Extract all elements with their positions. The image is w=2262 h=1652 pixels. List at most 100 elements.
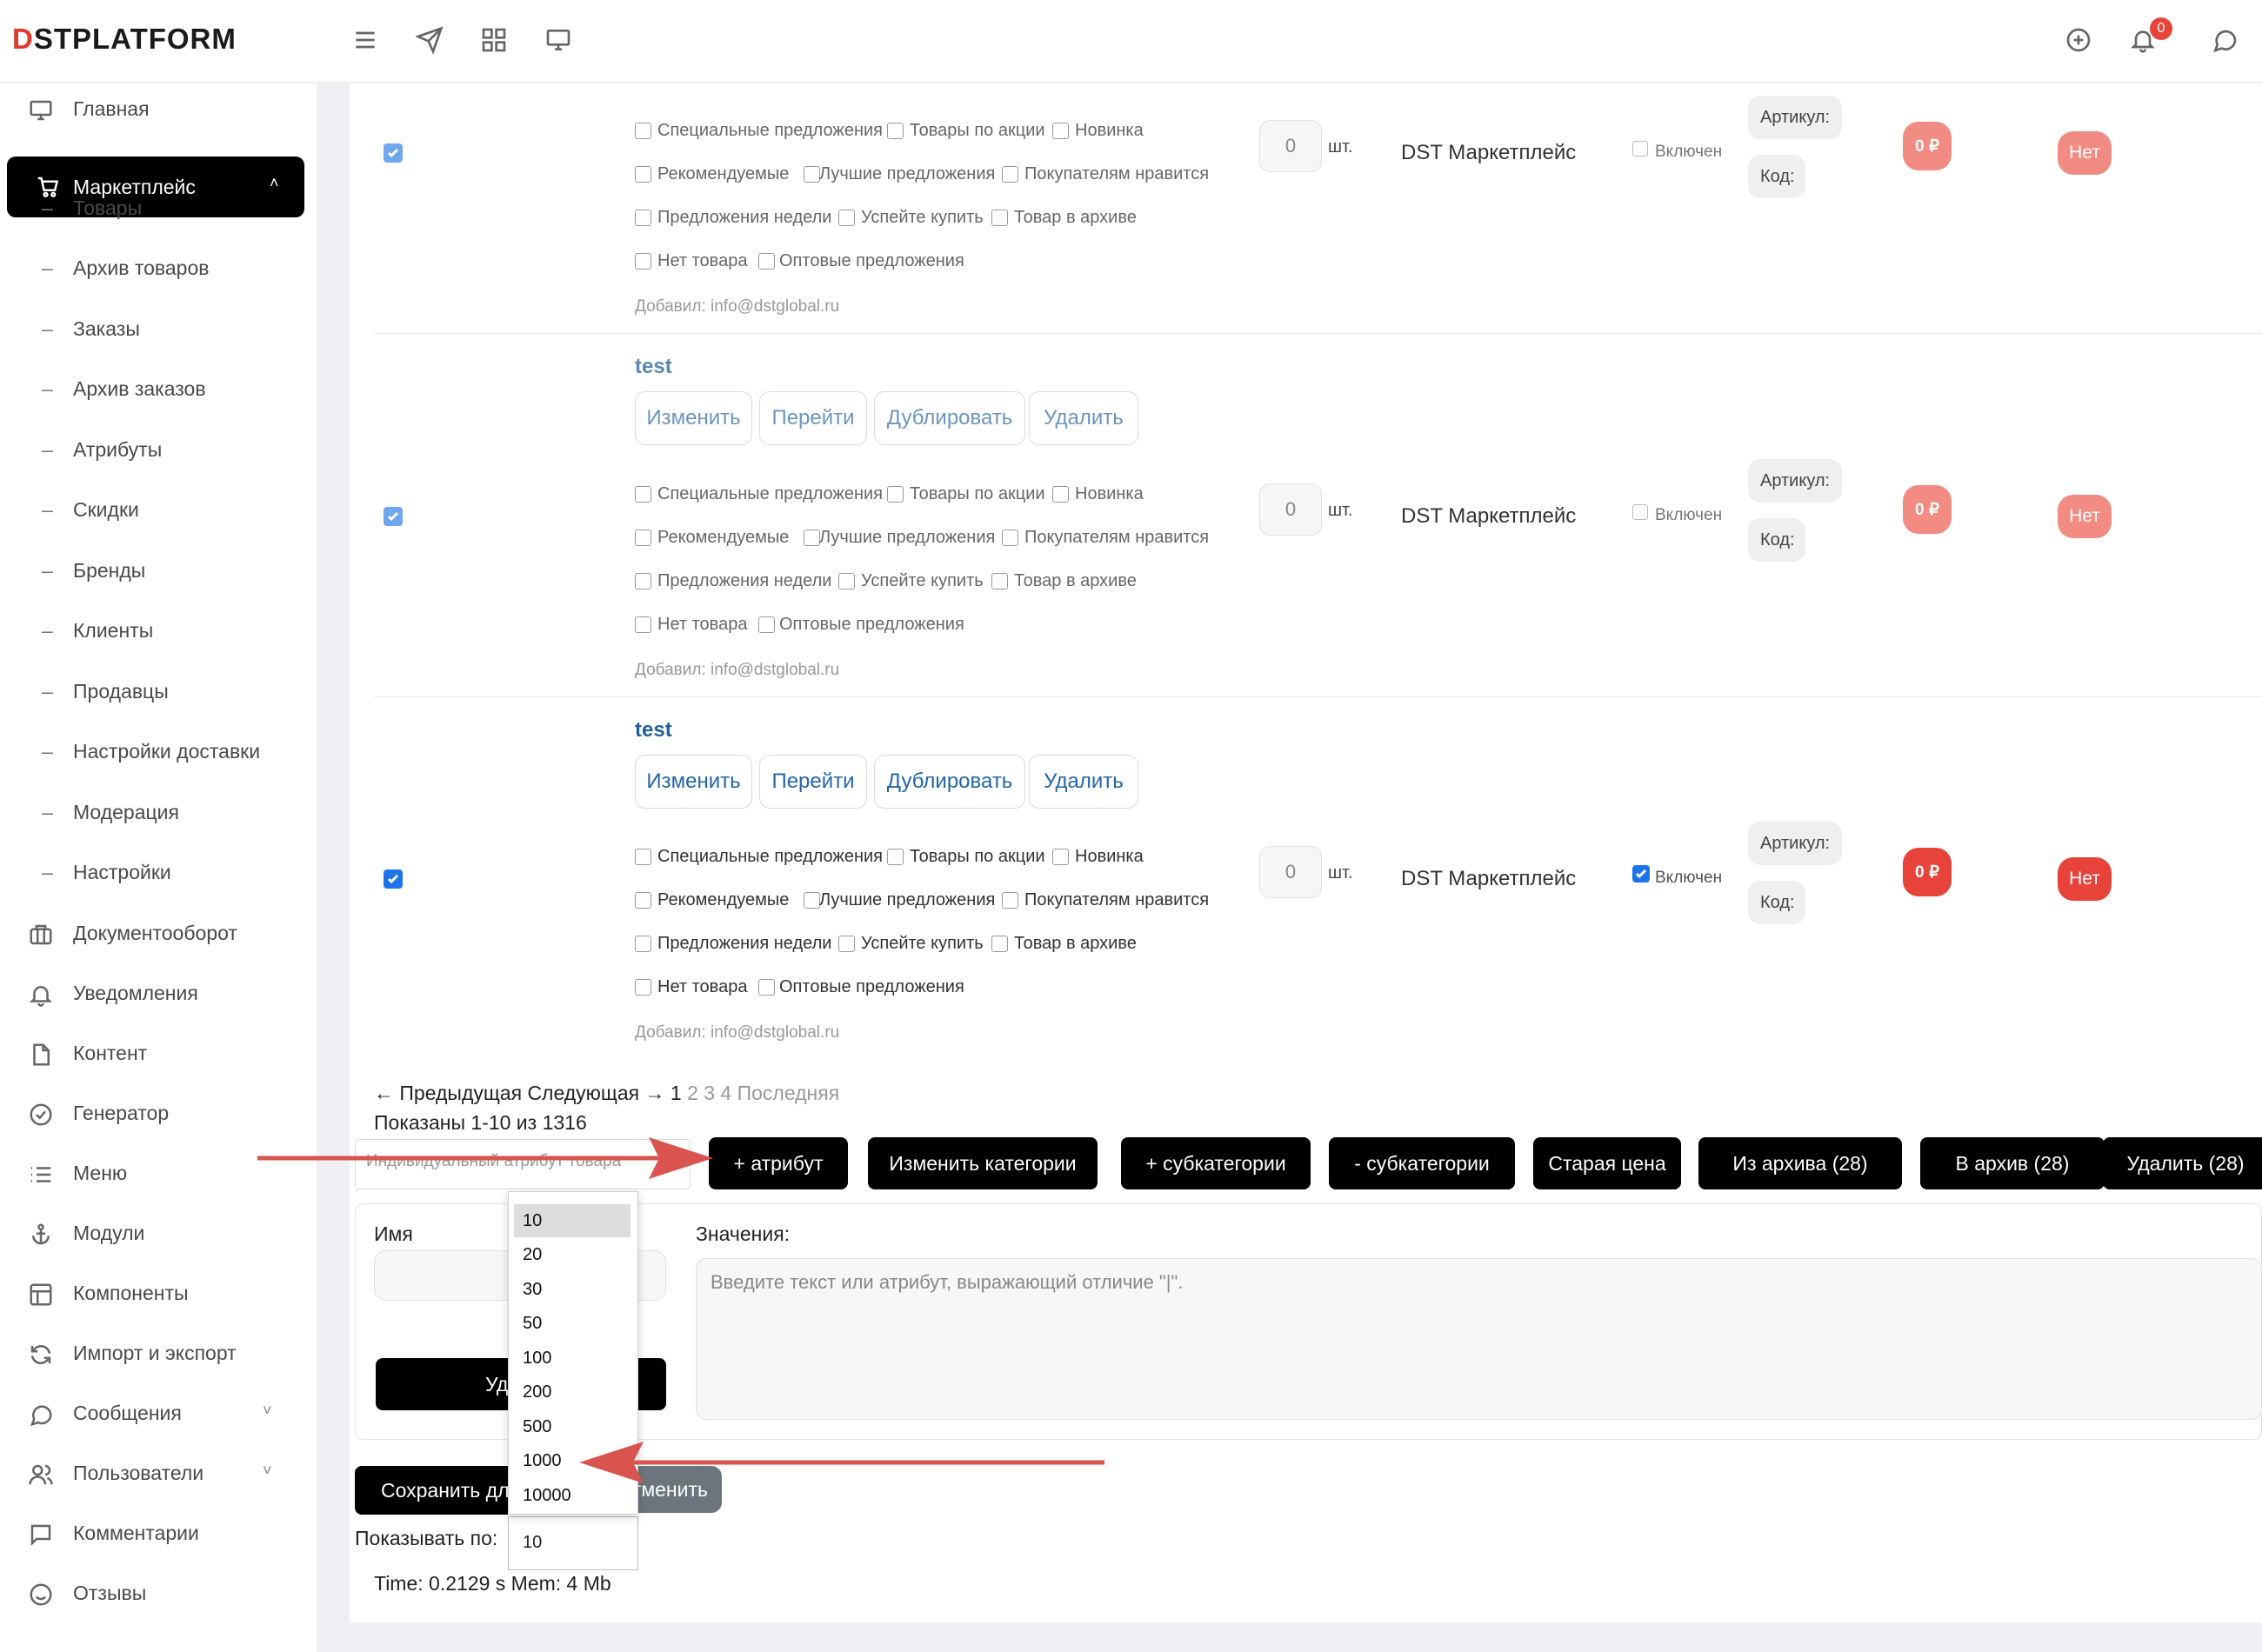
flag-checkbox[interactable] [635,123,651,139]
flag-checkbox[interactable] [758,253,775,270]
sidebar-item-23[interactable]: Пользователи ˅ [0,1448,317,1500]
sidebar-item-25[interactable]: Отзывы [0,1568,317,1620]
sidebar-item-0[interactable]: Главная [0,83,317,136]
sidebar-item-21[interactable]: Импорт и экспорт [0,1328,317,1380]
enabled-checkbox[interactable] [1632,504,1648,520]
per-page-option[interactable]: 100 [514,1342,631,1375]
sidebar-item-13[interactable]: – Настройки [0,847,317,899]
sidebar-item-19[interactable]: Модули [0,1208,317,1260]
per-page-option[interactable]: 10 [514,1204,631,1237]
flag-checkbox[interactable] [887,123,904,139]
sidebar-item-6[interactable]: – Атрибуты [0,424,317,476]
flag-checkbox[interactable] [1002,892,1018,909]
flag-checkbox[interactable] [758,979,775,996]
flag-checkbox[interactable] [1002,166,1018,183]
quantity-input[interactable]: 0 [1259,483,1322,536]
bulk-button-6[interactable]: В архив (28) [1920,1137,2105,1189]
quantity-input[interactable]: 0 [1259,846,1322,898]
flag-checkbox[interactable] [838,210,855,226]
product-title[interactable]: test [635,718,672,743]
enabled-checkbox[interactable] [1632,865,1650,883]
product-action-duplicate-button[interactable]: Дублировать [874,391,1025,445]
flag-checkbox[interactable] [635,979,651,996]
flag-checkbox[interactable] [635,573,651,590]
flag-checkbox[interactable] [991,936,1008,952]
hamburger-menu-icon[interactable] [348,23,383,57]
sidebar-item-7[interactable]: – Скидки [0,484,317,536]
sidebar-item-3[interactable]: – Архив товаров [0,243,317,295]
sidebar-item-15[interactable]: Уведомления [0,968,317,1020]
per-page-option[interactable]: 200 [514,1376,631,1409]
product-select-checkbox[interactable] [384,507,403,526]
per-page-select[interactable]: 10 [508,1516,638,1570]
flag-checkbox[interactable] [991,573,1008,590]
plus-circle-icon[interactable] [2061,23,2096,57]
monitor-icon[interactable] [541,23,576,57]
sidebar-item-22[interactable]: Сообщения ˅ [0,1388,317,1440]
product-select-checkbox[interactable] [384,143,403,163]
enabled-checkbox[interactable] [1632,141,1648,157]
sidebar-item-12[interactable]: – Модерация [0,787,317,839]
per-page-option[interactable]: 20 [514,1239,631,1272]
flag-checkbox[interactable] [1052,486,1069,503]
grid-icon[interactable] [477,23,511,57]
quantity-input[interactable]: 0 [1259,120,1322,172]
product-action-duplicate-button[interactable]: Дублировать [874,755,1025,809]
price-badge[interactable]: 0 ₽ [1903,485,1952,534]
sidebar-item-8[interactable]: – Бренды [0,545,317,597]
price-badge[interactable]: 0 ₽ [1903,122,1952,170]
flag-checkbox[interactable] [635,936,651,952]
sidebar-item-16[interactable]: Контент [0,1028,317,1080]
pagination-next[interactable]: Следующая → [527,1082,664,1104]
product-action-goto-button[interactable]: Перейти [759,391,867,445]
product-select-checkbox[interactable] [384,869,403,889]
pagination-last[interactable]: Последняя [737,1082,840,1104]
product-action-delete-button[interactable]: Удалить [1029,391,1138,445]
stock-status-button[interactable]: Нет [2058,131,2112,175]
flag-checkbox[interactable] [635,166,651,183]
bulk-button-4[interactable]: Старая цена [1533,1137,1681,1189]
flag-checkbox[interactable] [887,486,904,503]
sidebar-item-20[interactable]: Компоненты [0,1268,317,1320]
flag-checkbox[interactable] [635,253,651,270]
chat-icon[interactable] [2207,23,2242,57]
flag-checkbox[interactable] [635,210,651,226]
sidebar-item-11[interactable]: – Настройки доставки [0,726,317,778]
pagination-prev[interactable]: ← Предыдущая [374,1082,522,1104]
flag-checkbox[interactable] [838,573,855,590]
values-textarea[interactable]: Введите текст или атрибут, выражающий от… [696,1258,2262,1420]
send-icon[interactable] [412,23,447,57]
flag-checkbox[interactable] [635,849,651,865]
flag-checkbox[interactable] [887,849,904,865]
per-page-option[interactable]: 30 [514,1273,631,1306]
price-badge[interactable]: 0 ₽ [1903,848,1952,896]
product-title[interactable]: test [635,355,672,379]
flag-checkbox[interactable] [635,486,651,503]
sidebar-item-10[interactable]: – Продавцы [0,666,317,718]
sidebar-item-24[interactable]: Комментарии [0,1508,317,1560]
flag-checkbox[interactable] [1002,530,1018,546]
product-action-edit-button[interactable]: Изменить [635,755,752,809]
sidebar-item-9[interactable]: – Клиенты [0,605,317,657]
flag-checkbox[interactable] [758,616,775,633]
flag-checkbox[interactable] [838,936,855,952]
flag-checkbox[interactable] [804,166,820,183]
product-action-delete-button[interactable]: Удалить [1029,755,1138,809]
bulk-button-7[interactable]: Удалить (28) [2103,1137,2262,1189]
stock-status-button[interactable]: Нет [2058,495,2112,538]
sidebar-item-2[interactable]: – Товары [0,183,317,235]
flag-checkbox[interactable] [991,210,1008,226]
product-action-edit-button[interactable]: Изменить [635,391,752,445]
flag-checkbox[interactable] [804,530,820,546]
stock-status-button[interactable]: Нет [2058,857,2112,901]
flag-checkbox[interactable] [804,892,820,909]
sidebar-item-14[interactable]: Документооборот [0,908,317,960]
bulk-button-5[interactable]: Из архива (28) [1698,1137,1902,1189]
per-page-option[interactable]: 50 [514,1308,631,1341]
flag-checkbox[interactable] [1052,849,1069,865]
bulk-button-1[interactable]: Изменить категории [868,1137,1098,1189]
flag-checkbox[interactable] [635,530,651,546]
pagination-pages[interactable]: 2 3 4 [687,1082,731,1104]
bulk-button-2[interactable]: + субкатегории [1121,1137,1311,1189]
bulk-button-3[interactable]: - субкатегории [1329,1137,1515,1189]
